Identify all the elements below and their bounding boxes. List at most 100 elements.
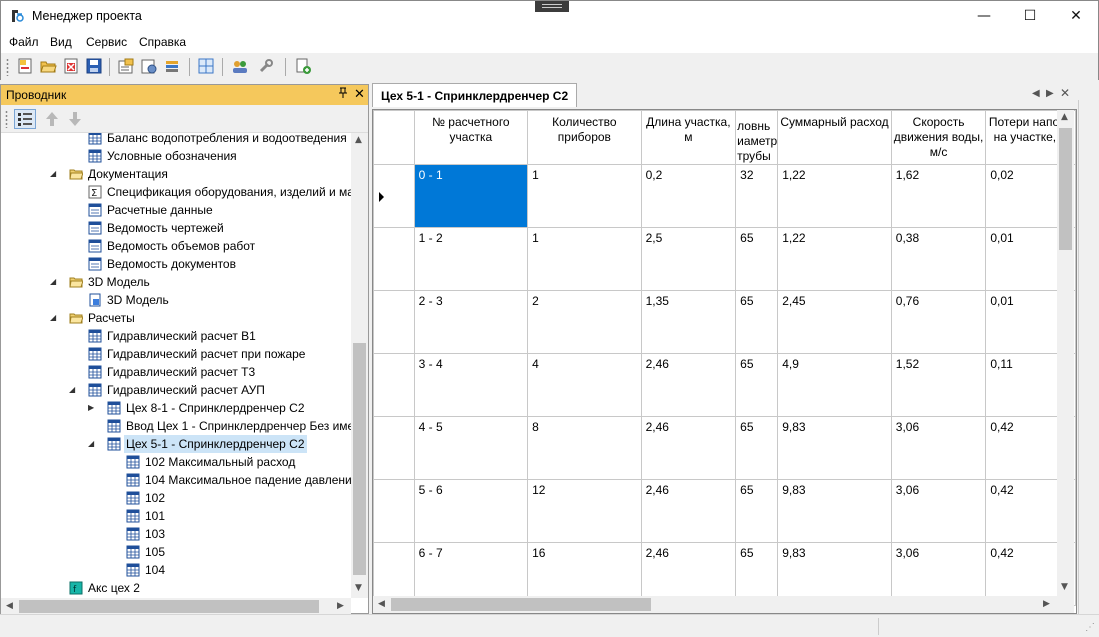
column-header[interactable]: № расчетного участка bbox=[413, 110, 529, 165]
table-cell[interactable]: 4 bbox=[527, 353, 642, 417]
tree-item[interactable]: 3D Модель bbox=[1, 291, 351, 309]
explorer-close-button[interactable]: ✕ bbox=[354, 86, 365, 102]
table-cell[interactable]: 0,2 bbox=[640, 164, 737, 228]
collapse-arrow-icon[interactable]: ◢ bbox=[69, 381, 79, 399]
table-cell[interactable]: 1,35 bbox=[640, 290, 737, 354]
close-project-icon[interactable] bbox=[62, 57, 80, 75]
new-project-icon[interactable] bbox=[16, 57, 34, 75]
table-cell[interactable]: 65 bbox=[735, 227, 779, 291]
tree-item[interactable]: Гидравлический расчет В1 bbox=[1, 327, 351, 345]
grid-vertical-scrollbar[interactable]: ▲ ▼ bbox=[1057, 110, 1074, 596]
column-header[interactable]: Скорость движения воды, м/с bbox=[890, 110, 987, 165]
table-cell[interactable]: 1 bbox=[527, 164, 642, 228]
tree-item[interactable]: 102 bbox=[1, 489, 351, 507]
column-header[interactable]: Суммарный расход bbox=[777, 110, 892, 165]
tree-item[interactable]: Расчетные данные bbox=[1, 201, 351, 219]
menu-file[interactable]: Файл bbox=[9, 35, 39, 49]
table-cell[interactable]: 1,22 bbox=[777, 164, 892, 228]
properties-icon[interactable] bbox=[117, 57, 135, 75]
table-cell[interactable]: 2,46 bbox=[640, 353, 737, 417]
tree-item[interactable]: ▶ Цех 8-1 - Спринклердренчер С2 bbox=[1, 399, 351, 417]
move-down-icon[interactable] bbox=[68, 111, 82, 127]
scroll-left-icon[interactable]: ◀ bbox=[378, 599, 385, 609]
table-cell[interactable]: 65 bbox=[735, 479, 779, 543]
tree-item[interactable]: ◢ Документация bbox=[1, 165, 351, 183]
scroll-right-icon[interactable]: ▶ bbox=[1043, 599, 1050, 609]
table-cell[interactable]: 9,83 bbox=[777, 479, 892, 543]
table-cell[interactable]: 0,76 bbox=[890, 290, 987, 354]
column-header[interactable]: Длина участка, м bbox=[640, 110, 737, 165]
table-cell[interactable]: 1,22 bbox=[777, 227, 892, 291]
wrench-icon[interactable] bbox=[257, 57, 275, 75]
tree-item[interactable]: ◢ Гидравлический расчет АУП bbox=[1, 381, 351, 399]
pin-icon[interactable] bbox=[338, 87, 348, 102]
scroll-thumb[interactable] bbox=[1059, 128, 1072, 250]
table-cell[interactable]: 2 - 3 bbox=[413, 290, 529, 354]
tree-item[interactable]: Условные обозначения bbox=[1, 147, 351, 165]
menu-service[interactable]: Сервис bbox=[86, 35, 127, 49]
tab-next-icon[interactable]: ▶ bbox=[1046, 88, 1054, 99]
table-cell[interactable]: 3,06 bbox=[890, 416, 987, 480]
tree-item[interactable]: Гидравлический расчет Т3 bbox=[1, 363, 351, 381]
tree-item[interactable]: f Акс цех 2 bbox=[1, 579, 351, 597]
tree-item[interactable]: Ведомость объемов работ bbox=[1, 237, 351, 255]
minimize-button[interactable]: — bbox=[961, 1, 1007, 31]
size-grip-icon[interactable]: ⋰ bbox=[1085, 622, 1095, 633]
table-cell[interactable]: 4,9 bbox=[777, 353, 892, 417]
table-cell[interactable]: 9,83 bbox=[777, 416, 892, 480]
table-cell[interactable]: 1 - 2 bbox=[413, 227, 529, 291]
table-cell[interactable]: 1 bbox=[527, 227, 642, 291]
tree-item[interactable]: ◢ 3D Модель bbox=[1, 273, 351, 291]
grid-horizontal-scrollbar[interactable]: ◀ ▶ bbox=[373, 596, 1057, 613]
users-icon[interactable] bbox=[231, 57, 249, 75]
table-cell[interactable]: 3,06 bbox=[890, 479, 987, 543]
table-cell[interactable]: 5 - 6 bbox=[413, 479, 529, 543]
table-cell[interactable]: 1,52 bbox=[890, 353, 987, 417]
tree-item[interactable]: Ведомость документов bbox=[1, 255, 351, 273]
table-cell[interactable]: 4 - 5 bbox=[413, 416, 529, 480]
collapse-arrow-icon[interactable]: ◢ bbox=[88, 435, 98, 453]
tree-item[interactable]: Баланс водопотребления и водоотведения bbox=[1, 133, 351, 147]
table-cell[interactable]: 2,45 bbox=[777, 290, 892, 354]
tree-vertical-scrollbar[interactable]: ▲ ▼ bbox=[351, 133, 368, 598]
table-cell[interactable]: 2,46 bbox=[640, 479, 737, 543]
table-cell[interactable]: 2,46 bbox=[640, 416, 737, 480]
tab-prev-icon[interactable]: ◀ bbox=[1032, 88, 1040, 99]
tree-item[interactable]: Гидравлический расчет при пожаре bbox=[1, 345, 351, 363]
tree-item[interactable]: ◢ Расчеты bbox=[1, 309, 351, 327]
scroll-thumb[interactable] bbox=[353, 343, 366, 575]
table-cell[interactable]: 32 bbox=[735, 164, 779, 228]
tab-document[interactable]: Цех 5-1 - Спринклердренчер С2 bbox=[372, 83, 578, 107]
scroll-up-icon[interactable]: ▲ bbox=[355, 135, 362, 145]
grid-icon[interactable] bbox=[197, 57, 215, 75]
tree-item[interactable]: 103 bbox=[1, 525, 351, 543]
tree-item[interactable]: Σ Спецификация оборудования, изделий и ма bbox=[1, 183, 351, 201]
row-header[interactable] bbox=[373, 416, 415, 480]
table-cell[interactable]: 65 bbox=[735, 353, 779, 417]
scroll-left-icon[interactable]: ◀ bbox=[6, 601, 13, 611]
drag-handle[interactable] bbox=[535, 1, 569, 12]
collapse-arrow-icon[interactable]: ◢ bbox=[50, 273, 60, 291]
tree-item[interactable]: Ведомость чертежей bbox=[1, 219, 351, 237]
save-icon[interactable] bbox=[85, 57, 103, 75]
menu-help[interactable]: Справка bbox=[139, 35, 186, 49]
add-document-icon[interactable] bbox=[294, 57, 312, 75]
row-header[interactable] bbox=[373, 290, 415, 354]
tree-item[interactable]: 102 Максимальный расход bbox=[1, 453, 351, 471]
tab-close-icon[interactable]: ✕ bbox=[1060, 86, 1070, 100]
scroll-right-icon[interactable]: ▶ bbox=[337, 601, 344, 611]
tree-item[interactable]: Ввод Цех 1 - Спринклердренчер Без име bbox=[1, 417, 351, 435]
tree-item[interactable]: 101 bbox=[1, 507, 351, 525]
collapse-arrow-icon[interactable]: ◢ bbox=[50, 309, 60, 327]
row-header[interactable] bbox=[373, 479, 415, 543]
scroll-thumb[interactable] bbox=[391, 598, 651, 611]
maximize-button[interactable]: ☐ bbox=[1007, 1, 1053, 31]
table-cell[interactable]: 0 - 1 bbox=[413, 164, 529, 228]
scroll-up-icon[interactable]: ▲ bbox=[1061, 112, 1068, 122]
tree-item[interactable]: 105 bbox=[1, 543, 351, 561]
close-button[interactable]: ✕ bbox=[1053, 1, 1099, 31]
row-header[interactable] bbox=[373, 353, 415, 417]
tree-item[interactable]: 104 bbox=[1, 561, 351, 579]
scroll-down-icon[interactable]: ▼ bbox=[355, 583, 362, 593]
move-up-icon[interactable] bbox=[45, 111, 59, 127]
